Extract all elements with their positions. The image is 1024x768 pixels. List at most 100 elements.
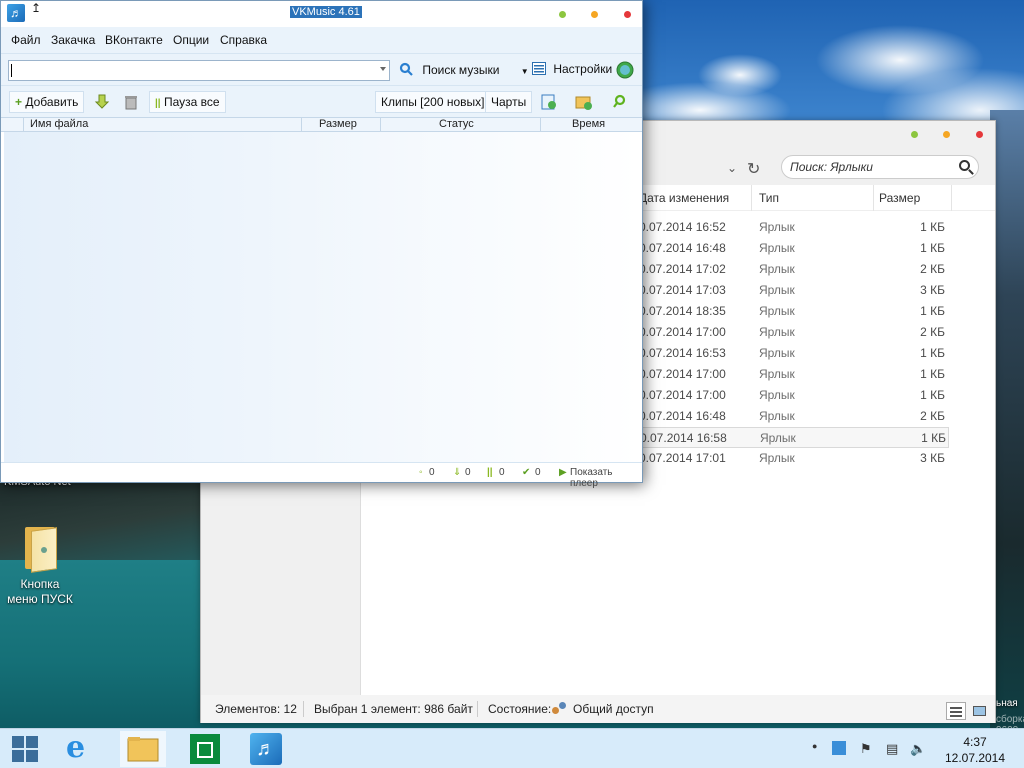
cell-date: 0.07.2014 16:53: [639, 346, 726, 360]
search-input[interactable]: Поиск: Ярлыки: [781, 155, 979, 179]
folder-icon: [23, 525, 57, 573]
desktop-icon-start-button[interactable]: Кнопка меню ПУСК: [6, 525, 74, 607]
cell-size: 2 КБ: [920, 325, 945, 339]
download-list[interactable]: [4, 132, 639, 462]
close-button[interactable]: [623, 11, 631, 18]
desktop-icon-label: Кнопка меню ПУСК: [7, 577, 73, 606]
plus-icon: +: [15, 95, 23, 109]
share-icon: [552, 702, 568, 716]
show-player-link[interactable]: Показать плеер: [570, 467, 642, 489]
cell-type: Ярлык: [759, 304, 795, 318]
status-state-label: Состояние:: [488, 702, 552, 716]
search-icon: [399, 62, 413, 76]
taskbar: e ♬ ● ⚑ ▤ 🔈 4:37 12.07.2014: [0, 728, 1024, 768]
folder-icon: [127, 737, 159, 762]
column-date[interactable]: Дата изменения: [639, 191, 729, 205]
cell-date: 0.07.2014 17:00: [639, 367, 726, 381]
settings-button[interactable]: Настройки: [526, 59, 618, 80]
internet-explorer-icon[interactable]: e: [66, 733, 96, 763]
menu-file[interactable]: Файл: [11, 33, 41, 47]
menu-vkontakte[interactable]: ВКонтакте: [105, 33, 163, 47]
add-button[interactable]: + Добавить: [9, 91, 85, 113]
add-folder-icon[interactable]: [575, 93, 593, 111]
status-item-count: Элементов: 12: [215, 702, 297, 716]
cell-date: 0.07.2014 17:02: [639, 262, 726, 276]
vkmusic-statusbar: ◦ 0 ⇓ 0 || 0 ✔ 0 ▶ Показать плеер: [1, 462, 642, 489]
clips-button[interactable]: Клипы [200 новых]: [375, 91, 491, 113]
column-size[interactable]: Размер: [319, 118, 357, 130]
clock[interactable]: 4:37 12.07.2014: [940, 734, 1010, 766]
cell-type: Ярлык: [759, 409, 795, 423]
refresh-icon[interactable]: ↻: [747, 159, 760, 179]
chevron-down-icon[interactable]: ⌄: [727, 161, 737, 175]
cell-type: Ярлык: [759, 325, 795, 339]
column-time[interactable]: Время: [572, 118, 605, 130]
column-size[interactable]: Размер: [879, 191, 920, 205]
download-icon[interactable]: [93, 93, 111, 111]
cell-type: Ярлык: [759, 283, 795, 297]
cell-size: 1 КБ: [920, 346, 945, 360]
taskbar-explorer[interactable]: [120, 731, 166, 767]
start-button[interactable]: [12, 736, 38, 762]
minimize-button[interactable]: [559, 11, 566, 18]
details-view-button[interactable]: [946, 702, 966, 720]
done-count: 0: [535, 467, 541, 478]
cell-size: 2 КБ: [920, 262, 945, 276]
column-status[interactable]: Статус: [439, 118, 474, 130]
vkmusic-window: ♬ ↥ VKMusic 4.61 Файл Закачка ВКонтакте …: [0, 0, 643, 489]
trash-icon[interactable]: [122, 93, 140, 111]
cell-date: 0.07.2014 18:35: [639, 304, 726, 318]
cell-type: Ярлык: [759, 451, 795, 465]
play-icon[interactable]: ▶: [559, 467, 567, 478]
charts-button[interactable]: Чарты: [485, 91, 533, 113]
window-title: VKMusic 4.61: [290, 6, 362, 18]
globe-icon[interactable]: [615, 60, 635, 80]
cell-type: Ярлык: [760, 431, 796, 445]
cell-type: Ярлык: [759, 388, 795, 402]
search-bar: Поиск музыки ▼ Настройки: [1, 53, 642, 85]
chevron-down-icon[interactable]: [380, 67, 386, 71]
flag-icon[interactable]: ⚑: [860, 741, 872, 757]
queue-count: 0: [429, 467, 435, 478]
network-icon[interactable]: ▤: [886, 741, 898, 757]
vkmusic-app-icon[interactable]: ♬: [7, 4, 25, 22]
maximize-button[interactable]: [591, 11, 599, 18]
download-icon: ⇓: [453, 467, 462, 478]
add-file-icon[interactable]: [540, 93, 558, 111]
search-combobox[interactable]: [8, 60, 390, 81]
desktop-watermark: сборка 9600: [996, 714, 1024, 728]
cell-type: Ярлык: [759, 346, 795, 360]
pause-all-button[interactable]: || Пауза все: [149, 91, 226, 113]
volume-icon[interactable]: 🔈: [910, 741, 926, 757]
minimize-button[interactable]: [911, 131, 918, 138]
cell-type: Ярлык: [759, 367, 795, 381]
cell-date: 0.07.2014 16:52: [639, 220, 726, 234]
check-icon: ✔: [522, 467, 531, 478]
cell-type: Ярлык: [759, 220, 795, 234]
column-type[interactable]: Тип: [759, 191, 779, 205]
pause-icon: ||: [487, 467, 493, 478]
cell-type: Ярлык: [759, 262, 795, 276]
cell-type: Ярлык: [759, 241, 795, 255]
download-count: 0: [465, 467, 471, 478]
tray-vkmusic-icon[interactable]: [832, 741, 846, 755]
menu-download[interactable]: Закачка: [51, 33, 95, 47]
vkmusic-titlebar[interactable]: ♬ ↥ VKMusic 4.61: [1, 1, 642, 27]
large-icons-view-button[interactable]: [969, 702, 989, 720]
search-music-button[interactable]: Поиск музыки ▼: [393, 59, 535, 80]
menu-options[interactable]: Опции: [173, 33, 209, 47]
find-icon[interactable]: [612, 93, 630, 111]
close-button[interactable]: [975, 131, 983, 138]
taskbar-vkmusic[interactable]: ♬: [250, 733, 282, 765]
cell-size: 2 КБ: [920, 409, 945, 423]
maximize-button[interactable]: [943, 131, 951, 138]
cell-date: 0.07.2014 16:48: [639, 241, 726, 255]
column-filename[interactable]: Имя файла: [30, 118, 88, 130]
cell-size: 1 КБ: [920, 241, 945, 255]
menu-help[interactable]: Справка: [220, 33, 267, 47]
settings-icon: [532, 62, 546, 75]
tray-overflow-icon[interactable]: ●: [812, 741, 817, 751]
store-icon[interactable]: [190, 734, 220, 764]
search-icon: [959, 160, 970, 171]
cell-date: 0.07.2014 16:58: [640, 431, 727, 445]
